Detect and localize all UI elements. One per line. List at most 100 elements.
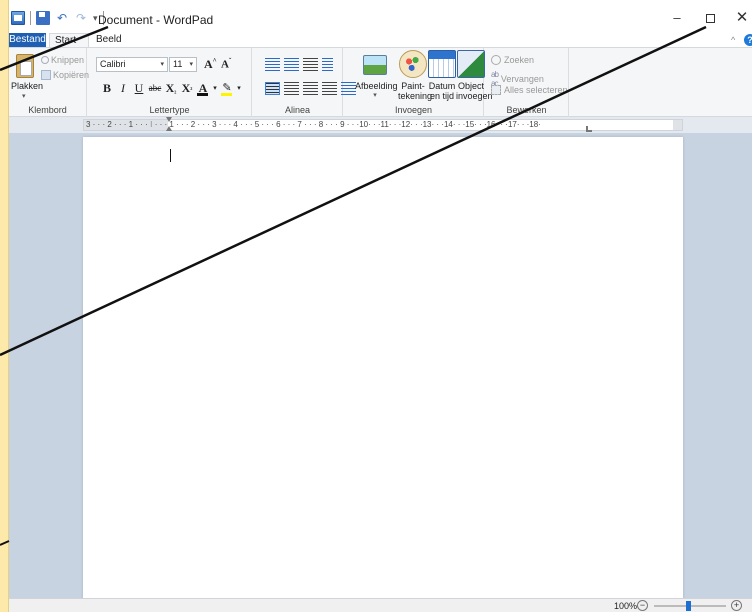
bold-button[interactable]: B [99, 81, 115, 95]
cut-label: Knippen [51, 55, 85, 65]
tab-start[interactable]: Start [49, 33, 89, 47]
paint-palette-icon [399, 50, 427, 78]
paragraph-row-bottom [265, 82, 356, 95]
calendar-clock-icon [428, 50, 456, 78]
quick-access-toolbar: ↶ ↷ ▾ [11, 11, 104, 25]
save-icon[interactable] [36, 11, 50, 25]
background-strip [0, 0, 9, 612]
font-format-row: B I U abc X₂ X² A ▾ ✎ ▾ [99, 81, 243, 96]
insert-group: Afbeelding ▾ Paint- tekening Datum en ti… [344, 48, 493, 117]
editing-group-label: Bewerken [506, 105, 547, 115]
ruler-right-margin [673, 120, 682, 130]
tab-view[interactable]: Beeld [91, 33, 127, 47]
font-size-value: 11 [173, 59, 183, 69]
copy-label: Kopiëren [53, 70, 90, 80]
ribbon: Plakken ▾ Knippen Kopiëren Klembord Cali… [9, 47, 752, 117]
insert-object-button[interactable]: Object invoegen [456, 50, 493, 101]
copy-button[interactable]: Kopiëren [41, 70, 89, 80]
font-family-value: Calibri [100, 59, 126, 69]
minimize-button[interactable]: – [662, 6, 692, 30]
line-spacing-icon[interactable] [322, 58, 333, 71]
chevron-down-icon: ▾ [160, 61, 164, 68]
align-right-icon[interactable] [303, 82, 318, 95]
paint-drawing-button[interactable]: Paint- tekening [398, 50, 433, 101]
wordpad-window: ↶ ↷ ▾ Document - WordPad – ✕ Bestand Sta… [9, 0, 752, 612]
insert-group-label: Invoegen [394, 105, 433, 115]
select-all-icon [491, 85, 501, 95]
replace-label: Vervangen [500, 74, 544, 84]
zoom-level: 100% [614, 601, 638, 611]
maximize-button[interactable] [695, 6, 725, 30]
select-all-label: Alles selecteren [504, 85, 568, 95]
right-indent-marker[interactable] [586, 126, 592, 132]
shrink-font-icon[interactable]: Aˇ [221, 57, 231, 71]
date-time-label-2: en tijd [429, 91, 455, 101]
date-time-label-1: Datum [428, 81, 456, 91]
customize-qat-icon[interactable]: ▾ [93, 13, 98, 24]
copy-icon [41, 70, 51, 80]
grow-font-icon[interactable]: A^ [204, 57, 217, 72]
increase-indent-icon[interactable] [284, 58, 299, 71]
date-time-button[interactable]: Datum en tijd [428, 50, 456, 101]
italic-button[interactable]: I [115, 81, 131, 95]
object-icon [457, 50, 485, 78]
select-all-button[interactable]: Alles selecteren [491, 85, 568, 95]
paste-dropdown-icon[interactable]: ▾ [22, 92, 26, 100]
indent-marker[interactable] [166, 117, 173, 133]
zoom-in-button[interactable]: + [731, 600, 742, 611]
document-area [9, 133, 752, 607]
wordpad-app-icon[interactable] [11, 11, 25, 25]
paragraph-group: Alinea [253, 48, 356, 117]
subscript-icon[interactable]: X₂ [163, 81, 179, 95]
picture-icon [363, 55, 387, 75]
zoom-out-button[interactable]: − [637, 600, 648, 611]
undo-icon[interactable]: ↶ [55, 11, 69, 25]
title-bar: ↶ ↷ ▾ Document - WordPad – ✕ [9, 0, 752, 33]
text-color-button[interactable]: A [195, 81, 211, 96]
ruler[interactable]: 3 · · · 2 · · · 1 · · · ⁝ · · · 1 · · · … [9, 117, 752, 133]
strikethrough-button[interactable]: abc [147, 81, 163, 95]
close-button[interactable]: ✕ [727, 6, 752, 30]
paste-icon[interactable] [16, 54, 34, 78]
clipboard-group-label: Klembord [28, 105, 67, 115]
highlight-dropdown-icon[interactable]: ▾ [235, 81, 243, 95]
paste-button[interactable]: Plakken [11, 81, 43, 91]
font-group-label: Lettertype [149, 105, 190, 115]
paint-drawing-label-2: tekening [398, 91, 433, 101]
insert-picture-button[interactable]: Afbeelding ▾ [355, 50, 398, 101]
insert-picture-label: Afbeelding [355, 81, 398, 91]
font-size-select[interactable]: 11 ▾ [169, 57, 197, 72]
paragraph-group-label: Alinea [284, 105, 311, 115]
insert-object-label-2: invoegen [456, 91, 493, 101]
ruler-track[interactable]: 3 · · · 2 · · · 1 · · · ⁝ · · · 1 · · · … [83, 119, 683, 131]
ruler-marks: 3 · · · 2 · · · 1 · · · ⁝ · · · 1 · · · … [86, 120, 541, 129]
decrease-indent-icon[interactable] [265, 58, 280, 71]
superscript-icon[interactable]: X² [179, 81, 195, 95]
tab-file[interactable]: Bestand [9, 33, 46, 47]
underline-button[interactable]: U [131, 81, 147, 95]
font-family-select[interactable]: Calibri ▾ [96, 57, 168, 72]
font-group: Calibri ▾ 11 ▾ A^ Aˇ B I U abc X₂ X² A ▾… [88, 48, 252, 117]
qat-separator [30, 11, 31, 25]
zoom-slider-thumb[interactable] [686, 601, 691, 611]
find-button[interactable]: Zoeken [491, 55, 534, 65]
help-icon[interactable]: ? [744, 34, 752, 46]
chevron-down-icon: ▾ [189, 61, 193, 68]
cut-button[interactable]: Knippen [41, 55, 84, 65]
paragraph-row-top [265, 58, 333, 71]
text-caret [170, 149, 171, 162]
binoculars-icon [491, 55, 501, 65]
align-center-icon[interactable] [284, 82, 299, 95]
status-bar: 100% − + [9, 598, 752, 612]
redo-icon[interactable]: ↷ [74, 11, 88, 25]
clipboard-group: Plakken ▾ Knippen Kopiëren Klembord [9, 48, 89, 117]
scissors-icon [41, 56, 49, 64]
align-left-icon[interactable] [265, 82, 280, 95]
bullet-list-icon[interactable] [303, 58, 318, 71]
find-label: Zoeken [504, 55, 535, 65]
text-color-dropdown-icon[interactable]: ▾ [211, 81, 219, 95]
document-page[interactable] [83, 137, 683, 607]
highlight-icon[interactable]: ✎ [219, 81, 235, 96]
justify-icon[interactable] [322, 82, 337, 95]
collapse-ribbon-icon[interactable]: ^ [731, 35, 735, 45]
